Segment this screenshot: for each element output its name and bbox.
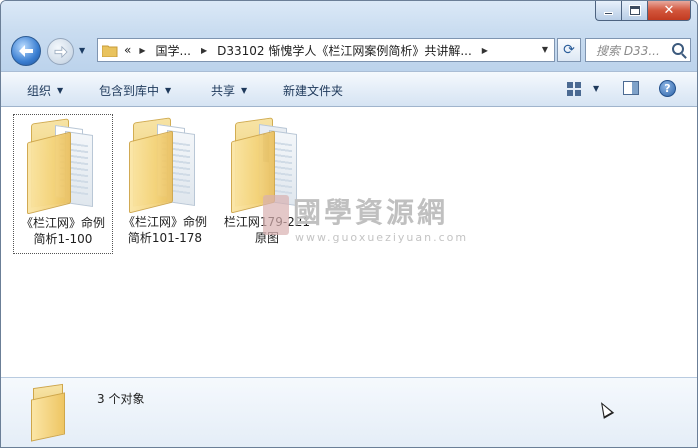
search-input[interactable]: 搜索 D33... (585, 38, 691, 62)
refresh-icon: ⟳ (563, 42, 575, 58)
chevron-down-icon: ▼ (165, 86, 172, 95)
minimize-icon (604, 12, 613, 15)
search-placeholder: 搜索 D33... (596, 43, 660, 58)
address-bar[interactable]: « ▶ 国学... ▶ D33102 惭愧学人《栏江网案例简析》共讲解... ▶… (97, 38, 555, 62)
folder-name-line1: 《栏江网》命例 (20, 216, 105, 230)
address-dropdown-icon[interactable]: ▼ (542, 45, 548, 54)
folder-documents-icon (127, 116, 203, 214)
close-icon: ✕ (663, 3, 675, 18)
watermark-seal-icon (263, 195, 289, 235)
folder-icon (31, 383, 67, 442)
new-folder-label: 新建文件夹 (283, 84, 344, 98)
folder-name-line2: 简析101-178 (127, 231, 203, 245)
include-in-library-button[interactable]: 包含到库中 ▼ (99, 82, 171, 99)
breadcrumb-item-current[interactable]: D33102 惭愧学人《栏江网案例简析》共讲解... (217, 42, 472, 59)
folder-item[interactable]: 《栏江网》命例 简析101-178 (115, 114, 215, 254)
organize-label: 组织 (27, 84, 52, 98)
chevron-down-icon: ▼ (57, 86, 64, 95)
chevron-right-icon[interactable]: ▶ (482, 46, 488, 55)
search-icon[interactable] (672, 43, 684, 55)
watermark-url: www.guoxueziyuan.com (295, 231, 469, 244)
item-count: 3 个对象 (97, 392, 145, 406)
preview-pane-button[interactable] (623, 81, 639, 95)
include-in-library-label: 包含到库中 (99, 84, 160, 98)
maximize-icon (629, 6, 640, 15)
view-options-dropdown[interactable]: ▼ (593, 84, 599, 93)
forward-button[interactable] (47, 38, 74, 65)
close-button[interactable]: ✕ (647, 1, 691, 21)
folder-name: 《栏江网》命例 简析1-100 (21, 215, 105, 247)
share-label: 共享 (211, 84, 236, 98)
forward-arrow-icon (54, 45, 68, 58)
view-icon-cell (567, 90, 573, 96)
organize-menu-button[interactable]: 组织 ▼ (27, 82, 63, 99)
breadcrumb-overflow[interactable]: « (124, 43, 131, 57)
view-icon-cell (575, 90, 581, 96)
view-icon (567, 82, 573, 88)
new-folder-button[interactable]: 新建文件夹 (283, 82, 343, 99)
folder-icon (102, 45, 118, 57)
back-button[interactable] (11, 36, 41, 66)
watermark: 國學資源網 www.guoxueziyuan.com (263, 191, 466, 251)
help-icon: ? (664, 82, 671, 95)
caption-buttons: ✕ (595, 1, 691, 21)
back-arrow-icon (19, 45, 33, 57)
change-view-button[interactable] (567, 82, 581, 96)
help-button[interactable]: ? (659, 80, 676, 97)
folder-name: 《栏江网》命例 简析101-178 (123, 214, 207, 246)
view-icon-cell (575, 82, 581, 88)
refresh-button[interactable]: ⟳ (557, 38, 581, 62)
minimize-button[interactable] (595, 1, 621, 21)
folder-name-line1: 《栏江网》命例 (122, 215, 207, 229)
breadcrumb: « ▶ 国学... ▶ D33102 惭愧学人《栏江网案例简析》共讲解... ▶ (124, 42, 498, 59)
share-button[interactable]: 共享 ▼ (211, 82, 247, 99)
folder-documents-icon (25, 117, 101, 215)
folder-item[interactable]: 《栏江网》命例 简析1-100 (13, 114, 113, 254)
watermark-text: 國學資源網 (293, 196, 449, 229)
command-toolbar: 组织 ▼ 包含到库中 ▼ 共享 ▼ 新建文件夹 ▼ ? (1, 71, 697, 107)
chevron-down-icon: ▼ (241, 86, 248, 95)
explorer-window: ✕ ▼ « ▶ 国学... ▶ D33102 惭愧学人《栏江网案例简析》共讲解.… (0, 0, 698, 448)
window-chrome: ✕ ▼ « ▶ 国学... ▶ D33102 惭愧学人《栏江网案例简析》共讲解.… (1, 1, 697, 71)
recent-pages-dropdown[interactable]: ▼ (79, 46, 85, 55)
chevron-right-icon[interactable]: ▶ (139, 46, 145, 55)
folder-name-line2: 简析1-100 (33, 232, 93, 246)
breadcrumb-item-guoxue[interactable]: 国学... (156, 42, 191, 59)
maximize-button[interactable] (621, 1, 647, 21)
details-pane: 3 个对象 (1, 377, 697, 447)
chevron-right-icon[interactable]: ▶ (201, 46, 207, 55)
navigation-bar: ▼ « ▶ 国学... ▶ D33102 惭愧学人《栏江网案例简析》共讲解...… (1, 35, 697, 67)
